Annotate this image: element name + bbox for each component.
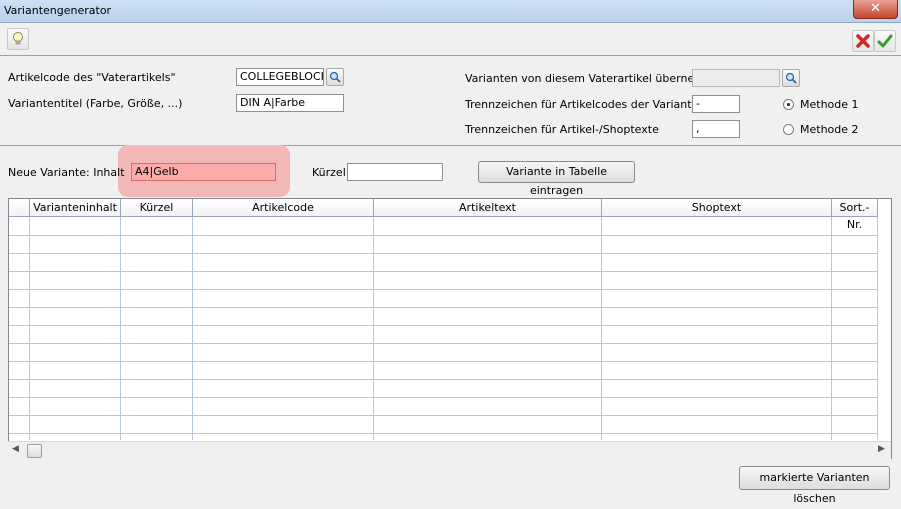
scroll-left-arrow-icon[interactable]: ◀ bbox=[12, 444, 19, 454]
grid-line bbox=[29, 217, 30, 440]
grid-line bbox=[9, 343, 877, 344]
article-code-label: Artikelcode des "Vaterartikels" bbox=[8, 71, 176, 84]
column-header[interactable]: Shoptext bbox=[602, 199, 832, 217]
new-variant-content-label: Neue Variante: Inhalt bbox=[8, 166, 125, 179]
title-bar bbox=[0, 0, 901, 23]
short-label: Kürzel bbox=[312, 166, 346, 179]
variants-table[interactable]: Varianteninhalt Kürzel Artikelcode Artik… bbox=[8, 198, 892, 459]
grid-line bbox=[9, 325, 877, 326]
row-header-corner bbox=[9, 199, 30, 217]
column-header[interactable]: Artikelcode bbox=[193, 199, 374, 217]
short-input[interactable] bbox=[347, 163, 443, 181]
sep-texts-label: Trennzeichen für Artikel-/Shoptexte bbox=[465, 123, 659, 136]
method1-label: Methode 1 bbox=[800, 98, 859, 111]
copy-variants-label: Varianten von diesem Vaterartikel überne… bbox=[465, 72, 726, 85]
grid-line bbox=[9, 289, 877, 290]
column-header[interactable]: Sort.-Nr. bbox=[832, 199, 878, 231]
column-header[interactable]: Artikeltext bbox=[374, 199, 602, 217]
grid-line bbox=[9, 433, 877, 434]
horizontal-scrollbar[interactable]: ◀ ▶ bbox=[8, 441, 891, 459]
grid-line bbox=[9, 235, 877, 236]
grid-line bbox=[9, 379, 877, 380]
method2-radio[interactable] bbox=[783, 124, 794, 135]
delete-selected-variants-button[interactable]: markierte Varianten löschen bbox=[739, 466, 890, 505]
new-variant-content-input[interactable]: A4|Gelb bbox=[131, 163, 276, 181]
grid-line bbox=[9, 253, 877, 254]
article-search-icon[interactable] bbox=[326, 68, 344, 86]
grid-line bbox=[9, 415, 877, 416]
close-window-button[interactable]: ✕ bbox=[853, 0, 898, 19]
method2-label: Methode 2 bbox=[800, 123, 859, 136]
scroll-right-arrow-icon[interactable]: ▶ bbox=[878, 444, 885, 454]
lightbulb-icon[interactable] bbox=[7, 28, 29, 50]
grid-line bbox=[9, 307, 877, 308]
sep-texts-input[interactable]: , bbox=[692, 120, 740, 138]
grid-line bbox=[9, 397, 877, 398]
method1-radio[interactable] bbox=[783, 99, 794, 110]
article-code-input[interactable]: COLLEGEBLOCK bbox=[236, 68, 324, 86]
grid-line bbox=[601, 217, 602, 440]
ok-green-check-icon[interactable] bbox=[874, 30, 896, 52]
copy-variants-input[interactable] bbox=[692, 69, 780, 87]
column-header[interactable]: Varianteninhalt bbox=[30, 199, 121, 217]
grid-line bbox=[192, 217, 193, 440]
sep-codes-input[interactable]: - bbox=[692, 95, 740, 113]
add-variant-button[interactable]: Variante in Tabelle eintragen bbox=[478, 161, 635, 197]
toolbar bbox=[0, 23, 901, 56]
scroll-thumb[interactable] bbox=[27, 444, 42, 458]
cancel-red-x-icon[interactable] bbox=[852, 30, 874, 52]
window-title: Variantengenerator bbox=[4, 4, 112, 17]
variant-title-label: Variantentitel (Farbe, Größe, ...) bbox=[8, 97, 183, 110]
grid-line bbox=[877, 217, 878, 440]
grid-line bbox=[9, 361, 877, 362]
grid-line bbox=[831, 217, 832, 440]
grid-line bbox=[120, 217, 121, 440]
copy-search-icon[interactable] bbox=[782, 69, 800, 87]
sep-codes-label: Trennzeichen für Artikelcodes der Varian… bbox=[465, 98, 706, 111]
grid-line bbox=[9, 271, 877, 272]
grid-line bbox=[373, 217, 374, 440]
column-header[interactable]: Kürzel bbox=[121, 199, 193, 217]
variant-title-input[interactable]: DIN A|Farbe bbox=[236, 94, 344, 112]
